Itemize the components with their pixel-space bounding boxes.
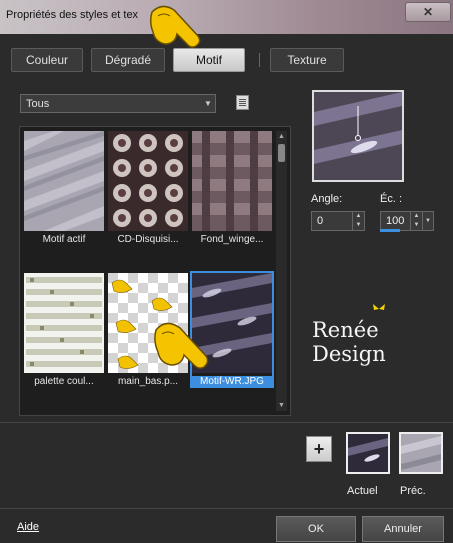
add-pattern-button[interactable]: + xyxy=(306,436,332,462)
gallery-item-cd-disquisi[interactable]: CD-Disquisi... xyxy=(108,131,188,245)
tab-separator xyxy=(259,53,260,67)
gallery-caption: Motif actif xyxy=(42,234,86,245)
tab-label: Couleur xyxy=(25,53,69,67)
footer-divider xyxy=(0,508,453,509)
section-divider xyxy=(0,422,453,423)
ok-button[interactable]: OK xyxy=(276,516,356,542)
tab-couleur[interactable]: Couleur xyxy=(11,48,83,72)
spin-up-icon[interactable]: ▲ xyxy=(411,212,422,221)
pointer-hand-icon xyxy=(154,322,209,369)
close-icon: ✕ xyxy=(422,5,434,19)
spinner-buttons[interactable]: ▲ ▼ xyxy=(352,212,364,230)
angle-label: Angle: xyxy=(311,193,343,205)
pattern-thumbnail xyxy=(192,131,272,231)
scroll-down-icon[interactable]: ▼ xyxy=(276,400,287,411)
spinner-buttons[interactable]: ▲ ▼ xyxy=(410,212,422,230)
gallery-caption: Motif-WR.JPG xyxy=(192,376,272,387)
current-label: Actuel xyxy=(347,485,378,497)
gallery-item-fond-winge[interactable]: Fond_winge... xyxy=(192,131,272,245)
scale-value: 100 xyxy=(386,215,405,227)
tab-bar: Couleur Dégradé Motif Texture xyxy=(0,48,453,74)
gallery-caption: palette coul... xyxy=(34,376,94,387)
window-title: Propriétés des styles et tex xyxy=(6,9,139,21)
current-swatch[interactable] xyxy=(346,432,390,474)
gallery-caption: Fond_winge... xyxy=(200,234,264,245)
gallery-caption: main_bas.p... xyxy=(117,376,179,387)
pointer-hand-icon xyxy=(149,5,201,48)
scale-slider-indicator xyxy=(380,229,400,232)
document-icon[interactable] xyxy=(236,95,249,110)
pattern-thumbnail xyxy=(24,273,104,373)
scale-spinner[interactable]: 100 ▲ ▼ ▼ xyxy=(380,211,434,231)
plus-icon: + xyxy=(313,438,325,459)
gallery-scrollbar[interactable]: ▲ ▼ xyxy=(276,131,287,411)
title-bar: Propriétés des styles et tex ✕ xyxy=(0,0,453,34)
cancel-button[interactable]: Annuler xyxy=(362,516,444,542)
previous-label: Préc. xyxy=(400,485,426,497)
help-link[interactable]: Aide xyxy=(17,521,39,533)
scroll-up-icon[interactable]: ▲ xyxy=(276,131,287,142)
scale-label: Éc. : xyxy=(380,193,403,205)
spin-down-icon[interactable]: ▼ xyxy=(411,221,422,230)
close-button[interactable]: ✕ xyxy=(405,2,451,22)
pattern-thumbnail xyxy=(24,131,104,231)
previous-swatch[interactable] xyxy=(399,432,443,474)
gallery-caption: CD-Disquisi... xyxy=(117,234,179,245)
preview-image xyxy=(314,92,402,180)
gallery-item-motif-actif[interactable]: Motif actif xyxy=(24,131,104,245)
tab-label: Texture xyxy=(287,53,327,67)
angle-value: 0 xyxy=(317,215,324,227)
swatch-image xyxy=(401,434,441,472)
butterfly-icon xyxy=(373,304,385,310)
pattern-thumbnail xyxy=(108,131,188,231)
angle-spinner[interactable]: 0 ▲ ▼ xyxy=(311,211,365,231)
tab-label: Motif xyxy=(195,53,222,67)
spin-up-icon[interactable]: ▲ xyxy=(353,212,364,221)
brand-watermark: Renée Design xyxy=(312,318,386,366)
gallery-item-palette-coul[interactable]: palette coul... xyxy=(24,273,104,387)
pattern-preview[interactable] xyxy=(312,90,404,182)
swatch-image xyxy=(348,434,388,472)
tab-label: Dégradé xyxy=(104,53,152,67)
spin-down-icon[interactable]: ▼ xyxy=(353,221,364,230)
tab-texture[interactable]: Texture xyxy=(270,48,344,72)
chevron-down-icon[interactable]: ▼ xyxy=(422,212,433,230)
category-value: Tous xyxy=(26,97,50,110)
category-dropdown[interactable]: Tous ▼ xyxy=(20,94,216,113)
scroll-thumb[interactable] xyxy=(278,144,285,162)
chevron-down-icon: ▼ xyxy=(204,99,212,108)
